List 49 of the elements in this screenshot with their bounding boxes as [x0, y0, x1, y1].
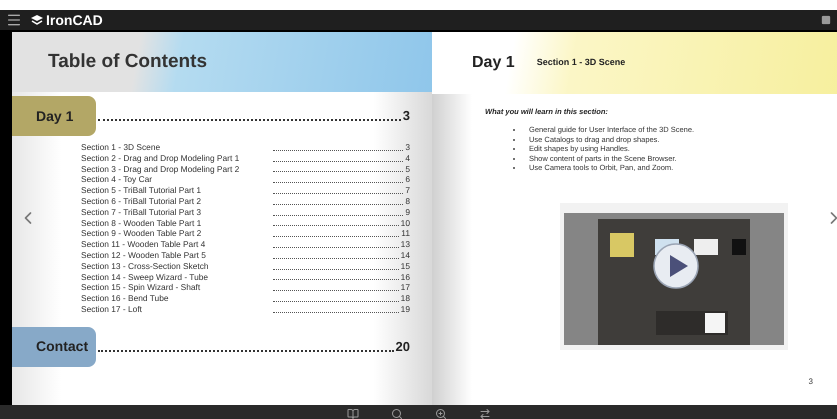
logo-icon: [30, 13, 44, 27]
page-number: 17: [400, 282, 410, 294]
search-icon[interactable]: [390, 408, 402, 419]
section-title: Section 16 - Bend Tube: [81, 293, 170, 304]
page-number: 3: [402, 107, 410, 126]
page-number: 6: [405, 174, 410, 186]
section-title: Section 3 - Drag and Drop Modeling Part 2: [81, 164, 240, 174]
section-title: Section 6 - TriBall Tutorial Part 2: [81, 196, 202, 207]
section-title: Section 9 - Wooden Table Part 2: [81, 228, 202, 240]
page-title: Table of Contents: [48, 50, 208, 74]
section-title: Section 4 - Toy Car: [81, 174, 154, 186]
brand-name: IronCAD: [46, 10, 103, 30]
page-number: 20: [396, 338, 410, 356]
section-title: Section 1 - 3D Scene: [81, 142, 162, 153]
book-icon[interactable]: [346, 408, 358, 419]
section-title: Section 14 - Sweep Wizard - Tube: [81, 272, 210, 282]
page-number: 4: [405, 152, 410, 164]
page-number: 19: [400, 304, 410, 315]
page-number: 8: [405, 196, 410, 207]
page-number: 16: [400, 272, 410, 282]
zoom-in-icon[interactable]: [434, 408, 446, 419]
section-title: Section 15 - Spin Wizard - Shaft: [81, 282, 202, 294]
page-number: 3: [808, 376, 813, 388]
page-number: 18: [400, 293, 410, 304]
page-number: 5: [405, 164, 410, 174]
chapter-title: Day 1: [36, 106, 74, 126]
chapter-title: Contact: [36, 337, 88, 356]
fullscreen-icon[interactable]: [821, 15, 831, 25]
section-title: Section 7 - TriBall Tutorial Part 3: [81, 206, 202, 218]
page-number: 15: [400, 260, 410, 272]
section-title: Section 2 - Drag and Drop Modeling Part 1: [81, 152, 240, 164]
section-title: Section 5 - TriBall Tutorial Part 1: [81, 185, 202, 196]
page-number: 14: [400, 250, 410, 261]
page-number: 7: [405, 185, 410, 196]
page-number: 10: [400, 218, 410, 228]
page-number: 3: [405, 142, 410, 153]
section-title: Section 13 - Cross-Section Sketch: [81, 260, 210, 272]
swap-icon[interactable]: [478, 408, 490, 419]
day-title: Day 1: [472, 53, 515, 73]
page-number: 11: [401, 228, 410, 240]
section-title: Section 8 - Wooden Table Part 1: [81, 218, 202, 228]
play-icon[interactable]: [653, 242, 699, 289]
section-title: Section 17 - Loft: [81, 304, 143, 315]
menu-icon[interactable]: [6, 12, 22, 28]
section-heading: Section 1 - 3D Scene: [536, 56, 626, 70]
section-title: Section 11 - Wooden Table Part 4: [81, 239, 206, 250]
page-number: 13: [400, 239, 410, 250]
page-number: 9: [405, 206, 410, 218]
section-title: Section 12 - Wooden Table Part 5: [81, 250, 207, 261]
